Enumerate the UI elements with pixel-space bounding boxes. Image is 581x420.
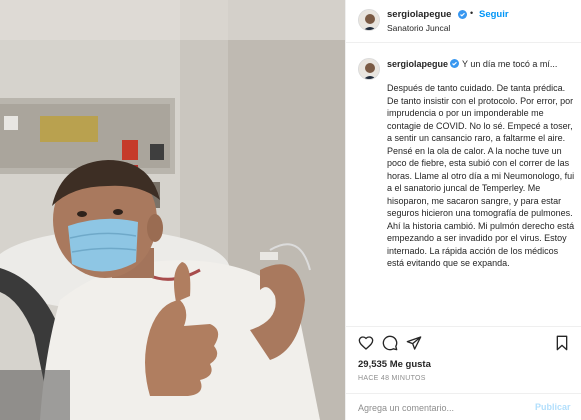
caption-heading: sergiolapegue Y un día me tocó a mí...	[387, 58, 577, 70]
avatar-image	[359, 10, 379, 30]
follow-button[interactable]: Seguir	[479, 9, 509, 20]
post-header: sergiolapegue • Seguir Sanatorio Juncal	[346, 0, 581, 43]
caption-author-avatar[interactable]	[358, 58, 380, 80]
hospital-selfie-image	[0, 0, 345, 420]
post-location[interactable]: Sanatorio Juncal	[387, 23, 450, 33]
comment-bubble-icon[interactable]	[382, 335, 398, 351]
author-username[interactable]: sergiolapegue	[387, 9, 451, 20]
caption-text: Después de tanto cuidado. De tanta prédi…	[387, 83, 575, 268]
paper-plane-icon[interactable]	[406, 335, 422, 351]
author-avatar[interactable]	[358, 9, 380, 31]
post-timestamp[interactable]: HACE 48 MINUTOS	[358, 375, 426, 382]
comment-input[interactable]	[358, 400, 518, 416]
heart-icon[interactable]	[358, 335, 374, 351]
instagram-post: sergiolapegue • Seguir Sanatorio Juncal …	[0, 0, 581, 420]
caption-username[interactable]: sergiolapegue	[387, 59, 448, 69]
bookmark-icon[interactable]	[554, 335, 570, 351]
header-separator: •	[470, 8, 474, 18]
avatar-image	[359, 59, 379, 79]
caption-area: sergiolapegue Y un día me tocó a mí... De…	[346, 44, 581, 326]
comment-form: Publicar	[346, 393, 581, 420]
post-sidebar: sergiolapegue • Seguir Sanatorio Juncal …	[345, 0, 581, 420]
likes-count[interactable]: 29,535 Me gusta	[358, 359, 431, 370]
post-actions: 29,535 Me gusta HACE 48 MINUTOS Publicar	[346, 326, 581, 420]
caption-title: Y un día me tocó a mí...	[462, 59, 558, 69]
publish-button[interactable]: Publicar	[535, 402, 571, 412]
verified-badge-icon	[458, 10, 467, 19]
verified-badge-icon	[450, 59, 460, 68]
post-photo[interactable]	[0, 0, 345, 420]
